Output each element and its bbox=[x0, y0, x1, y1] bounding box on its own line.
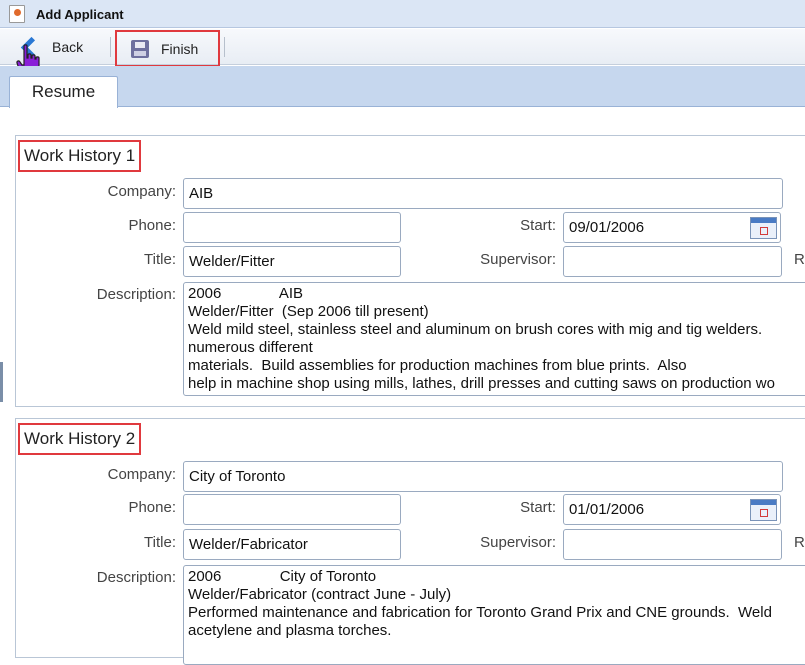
phone-label: Phone: bbox=[128, 217, 176, 234]
company-label: Company: bbox=[107, 466, 176, 483]
document-icon bbox=[9, 5, 25, 23]
description-textarea[interactable]: 2006 AIB Welder/Fitter (Sep 2006 till pr… bbox=[183, 282, 805, 396]
title-field[interactable]: Welder/Fitter bbox=[183, 246, 401, 277]
work-history-heading: Work History 2 bbox=[18, 423, 142, 455]
work-history-1-section: Work History 1 Company: AIB Phone: Start… bbox=[15, 135, 805, 407]
supervisor-label: Supervisor: bbox=[480, 534, 556, 551]
truncated-label: R bbox=[794, 251, 805, 268]
description-label: Description: bbox=[96, 286, 176, 303]
start-date-field[interactable]: 01/01/2006 bbox=[563, 494, 781, 525]
supervisor-label: Supervisor: bbox=[480, 251, 556, 268]
start-date-field[interactable]: 09/01/2006 bbox=[563, 212, 781, 243]
finish-button[interactable]: Finish bbox=[115, 30, 220, 67]
back-button-label: Back bbox=[52, 39, 84, 55]
phone-field[interactable] bbox=[183, 212, 401, 243]
start-date-value: 01/01/2006 bbox=[569, 501, 645, 518]
truncated-label: R bbox=[794, 534, 805, 551]
start-label: Start: bbox=[520, 499, 556, 516]
start-date-value: 09/01/2006 bbox=[569, 219, 645, 236]
tab-bar: Resume bbox=[0, 66, 805, 108]
window-title: Add Applicant bbox=[36, 7, 124, 22]
title-label: Title: bbox=[144, 251, 176, 268]
phone-label: Phone: bbox=[128, 499, 176, 516]
save-disk-icon bbox=[131, 39, 149, 58]
work-history-heading: Work History 1 bbox=[18, 140, 142, 172]
tab-resume[interactable]: Resume bbox=[9, 76, 118, 108]
supervisor-field[interactable] bbox=[563, 246, 782, 277]
title-label: Title: bbox=[144, 534, 176, 551]
toolbar-separator bbox=[110, 37, 111, 57]
resume-content: Work History 1 Company: AIB Phone: Start… bbox=[0, 107, 805, 665]
description-textarea[interactable]: 2006 City of Toronto Welder/Fabricator (… bbox=[183, 565, 805, 665]
calendar-icon[interactable] bbox=[750, 217, 777, 239]
window-titlebar: Add Applicant bbox=[0, 0, 805, 28]
phone-field[interactable] bbox=[183, 494, 401, 525]
company-field[interactable]: City of Toronto bbox=[183, 461, 783, 492]
title-field[interactable]: Welder/Fabricator bbox=[183, 529, 401, 560]
description-label: Description: bbox=[96, 569, 176, 586]
start-label: Start: bbox=[520, 217, 556, 234]
toolbar-separator bbox=[224, 37, 225, 57]
supervisor-field[interactable] bbox=[563, 529, 782, 560]
company-label: Company: bbox=[107, 183, 176, 200]
work-history-2-section: Work History 2 Company: City of Toronto … bbox=[15, 418, 805, 665]
calendar-icon[interactable] bbox=[750, 499, 777, 521]
toolbar: Back Finish bbox=[0, 29, 805, 67]
company-field[interactable]: AIB bbox=[183, 178, 783, 209]
finish-button-label: Finish bbox=[161, 40, 199, 57]
